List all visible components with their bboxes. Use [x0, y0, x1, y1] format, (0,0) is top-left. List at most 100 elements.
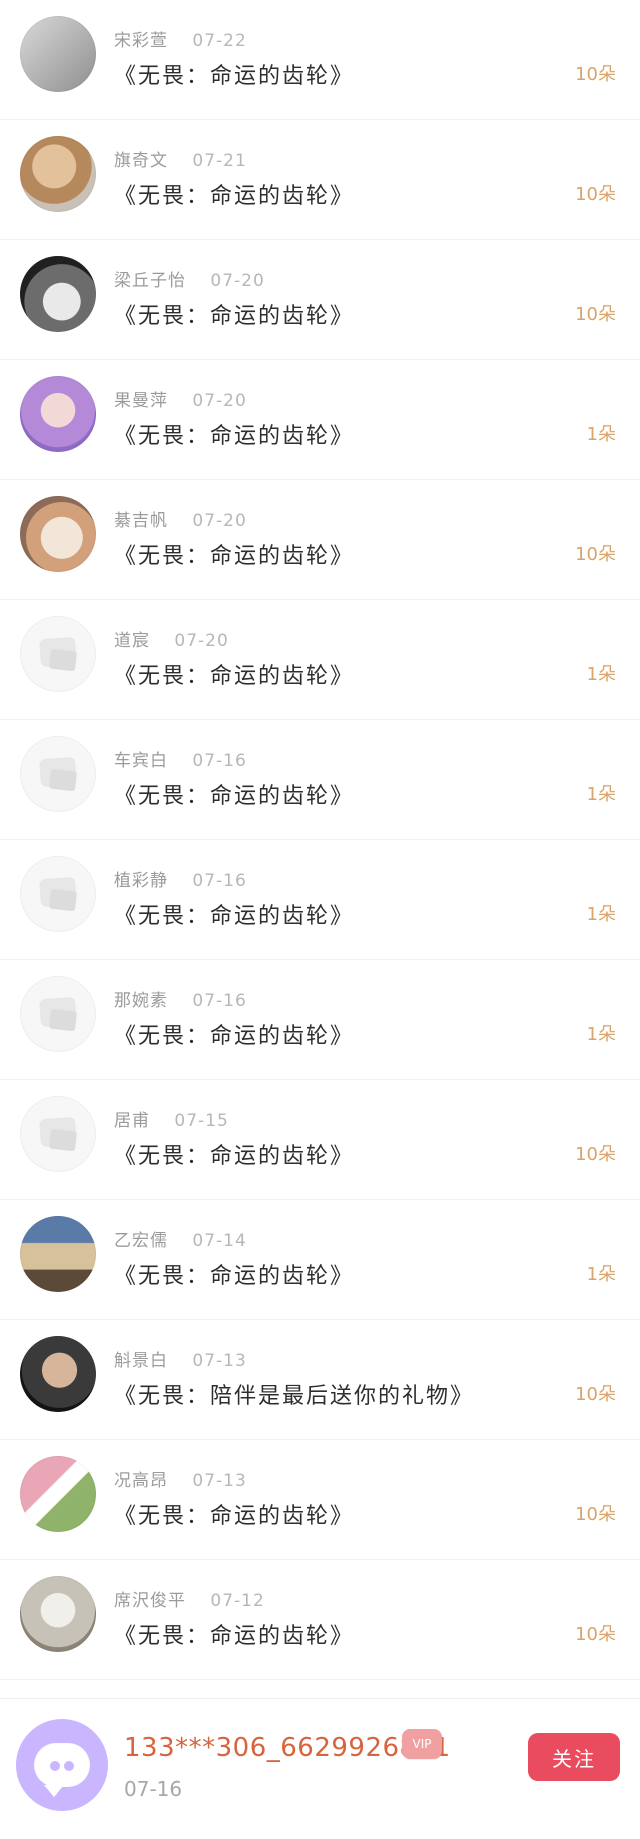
user-name: 那婉素	[114, 991, 168, 1011]
gift-date: 07-16	[192, 991, 247, 1011]
list-item[interactable]: 那婉素 07-16 《无畏：命运的齿轮》 1朵	[0, 960, 640, 1080]
chat-bubble-shape	[34, 1743, 90, 1797]
gift-title: 《无畏：命运的齿轮》	[114, 664, 355, 689]
gift-date: 07-20	[192, 391, 247, 411]
gift-list: 宋彩萱 07-22 《无畏：命运的齿轮》 10朵 旗奇文 07-21 《无畏：命…	[0, 0, 640, 1700]
gift-title: 《无畏：命运的齿轮》	[114, 424, 355, 449]
avatar[interactable]	[20, 1576, 96, 1652]
gift-amount: 1朵	[586, 1264, 616, 1285]
image-placeholder-icon	[49, 1128, 77, 1152]
avatar[interactable]	[20, 736, 96, 812]
list-item[interactable]: 綦吉帆 07-20 《无畏：命运的齿轮》 10朵	[0, 480, 640, 600]
gift-title: 《无畏：命运的齿轮》	[114, 1144, 355, 1169]
avatar[interactable]	[20, 856, 96, 932]
gift-amount: 10朵	[575, 64, 616, 85]
gift-title: 《无畏：命运的齿轮》	[114, 544, 355, 569]
user-name: 车宾白	[114, 751, 168, 771]
user-name: 席沢俊平	[114, 1591, 186, 1611]
gift-amount: 10朵	[575, 1624, 616, 1645]
gift-amount: 10朵	[575, 304, 616, 325]
user-name: 宋彩萱	[114, 31, 168, 51]
avatar[interactable]	[20, 136, 96, 212]
user-name: 道宸	[114, 631, 150, 651]
gift-title: 《无畏：陪伴是最后送你的礼物》	[114, 1384, 475, 1409]
image-placeholder-icon	[49, 768, 77, 792]
gift-title: 《无畏：命运的齿轮》	[114, 784, 355, 809]
gift-title: 《无畏：命运的齿轮》	[114, 1024, 355, 1049]
avatar[interactable]	[20, 1336, 96, 1412]
gift-record-page: 宋彩萱 07-22 《无畏：命运的齿轮》 10朵 旗奇文 07-21 《无畏：命…	[0, 0, 640, 1839]
list-item[interactable]: 植彩静 07-16 《无畏：命运的齿轮》 1朵	[0, 840, 640, 960]
list-item[interactable]: 乙宏儒 07-14 《无畏：命运的齿轮》 1朵	[0, 1200, 640, 1320]
gift-date: 07-13	[192, 1471, 247, 1491]
gift-date: 07-13	[192, 1351, 247, 1371]
gift-date: 07-22	[192, 31, 247, 51]
list-item[interactable]: 居甫 07-15 《无畏：命运的齿轮》 10朵	[0, 1080, 640, 1200]
user-name: 梁丘子怡	[114, 271, 186, 291]
user-name: 乙宏儒	[114, 1231, 168, 1251]
eye-dot	[50, 1761, 60, 1771]
gift-amount: 10朵	[575, 544, 616, 565]
user-name: 居甫	[114, 1111, 150, 1131]
user-name: 綦吉帆	[114, 511, 168, 531]
user-name: 况高昂	[114, 1471, 168, 1491]
bottom-date: 07-16	[124, 1777, 183, 1801]
gift-title: 《无畏：命运的齿轮》	[114, 1624, 355, 1649]
avatar[interactable]	[20, 376, 96, 452]
gift-title: 《无畏：命运的齿轮》	[114, 184, 355, 209]
gift-date: 07-12	[210, 1591, 265, 1611]
avatar[interactable]	[20, 496, 96, 572]
image-placeholder-icon	[49, 1008, 77, 1032]
gift-amount: 1朵	[586, 904, 616, 925]
user-name: 斛景白	[114, 1351, 168, 1371]
avatar[interactable]	[20, 1456, 96, 1532]
image-placeholder-icon	[49, 648, 77, 672]
gift-amount: 1朵	[586, 424, 616, 445]
user-name: 旗奇文	[114, 151, 168, 171]
gift-date: 07-20	[174, 631, 229, 651]
avatar[interactable]	[20, 616, 96, 692]
gift-amount: 10朵	[575, 1384, 616, 1405]
gift-amount: 10朵	[575, 1144, 616, 1165]
image-placeholder-icon	[49, 888, 77, 912]
avatar[interactable]	[20, 1096, 96, 1172]
gift-date: 07-21	[192, 151, 247, 171]
follow-button[interactable]: 关注	[528, 1733, 620, 1781]
gift-amount: 1朵	[586, 1024, 616, 1045]
avatar[interactable]	[20, 16, 96, 92]
list-item[interactable]: 车宾白 07-16 《无畏：命运的齿轮》 1朵	[0, 720, 640, 840]
gift-date: 07-16	[192, 871, 247, 891]
chat-bubble-icon[interactable]	[16, 1719, 108, 1811]
gift-title: 《无畏：命运的齿轮》	[114, 1264, 355, 1289]
gift-date: 07-16	[192, 751, 247, 771]
user-name: 果曼萍	[114, 391, 168, 411]
list-item[interactable]: 况高昂 07-13 《无畏：命运的齿轮》 10朵	[0, 1440, 640, 1560]
avatar[interactable]	[20, 1216, 96, 1292]
gift-date: 07-14	[192, 1231, 247, 1251]
bottom-user-bar: 133***306_6629926821 VIP 07-16 关注	[0, 1698, 640, 1839]
list-item[interactable]: 道宸 07-20 《无畏：命运的齿轮》 1朵	[0, 600, 640, 720]
list-item[interactable]: 斛景白 07-13 《无畏：陪伴是最后送你的礼物》 10朵	[0, 1320, 640, 1440]
list-item[interactable]: 梁丘子怡 07-20 《无畏：命运的齿轮》 10朵	[0, 240, 640, 360]
list-item[interactable]: 席沢俊平 07-12 《无畏：命运的齿轮》 10朵	[0, 1560, 640, 1680]
avatar[interactable]	[20, 256, 96, 332]
gift-amount: 1朵	[586, 784, 616, 805]
gift-title: 《无畏：命运的齿轮》	[114, 1504, 355, 1529]
gift-amount: 1朵	[586, 664, 616, 685]
list-item[interactable]: 宋彩萱 07-22 《无畏：命运的齿轮》 10朵	[0, 0, 640, 120]
gift-date: 07-15	[174, 1111, 229, 1131]
gift-amount: 10朵	[575, 1504, 616, 1525]
gift-date: 07-20	[192, 511, 247, 531]
gift-title: 《无畏：命运的齿轮》	[114, 64, 355, 89]
gift-title: 《无畏：命运的齿轮》	[114, 304, 355, 329]
gift-title: 《无畏：命运的齿轮》	[114, 904, 355, 929]
user-name: 植彩静	[114, 871, 168, 891]
avatar[interactable]	[20, 976, 96, 1052]
eye-dot	[64, 1761, 74, 1771]
vip-text: VIP	[412, 1737, 432, 1751]
gift-date: 07-20	[210, 271, 265, 291]
gift-amount: 10朵	[575, 184, 616, 205]
diamond-vip-icon: VIP	[402, 1729, 442, 1759]
list-item[interactable]: 旗奇文 07-21 《无畏：命运的齿轮》 10朵	[0, 120, 640, 240]
list-item[interactable]: 果曼萍 07-20 《无畏：命运的齿轮》 1朵	[0, 360, 640, 480]
